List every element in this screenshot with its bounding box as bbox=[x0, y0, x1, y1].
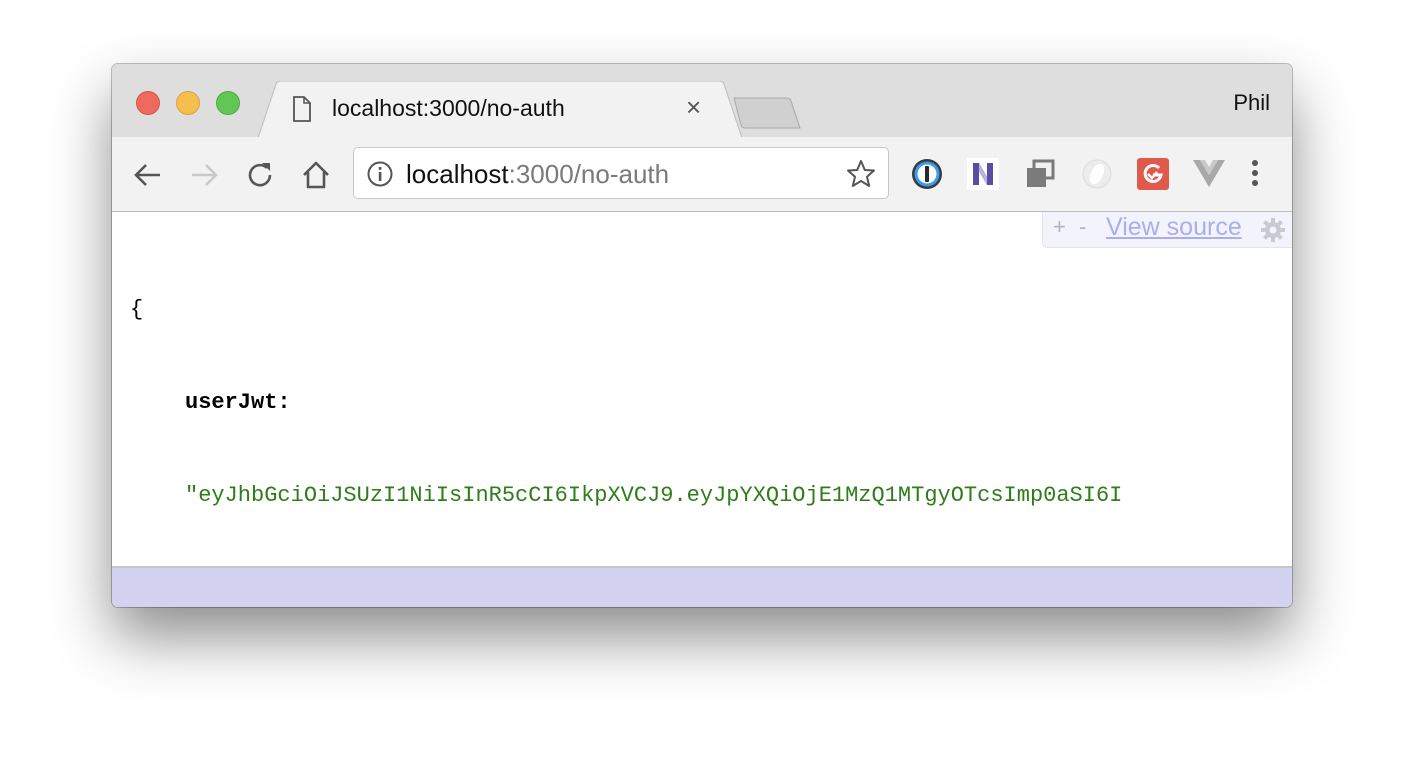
json-viewer-toolbar: + - View source bbox=[1042, 212, 1292, 248]
vue-icon[interactable] bbox=[1192, 157, 1226, 191]
stacked-windows-icon[interactable] bbox=[1024, 157, 1058, 191]
info-icon[interactable] bbox=[366, 160, 394, 188]
n-icon[interactable] bbox=[967, 157, 1001, 191]
arrow-left-icon[interactable] bbox=[132, 159, 164, 191]
toolbar: localhost:3000/no-auth bbox=[112, 137, 1292, 212]
1password-icon[interactable] bbox=[910, 157, 944, 191]
collapse-all-button[interactable]: - bbox=[1079, 214, 1086, 240]
kebab-menu-icon[interactable] bbox=[1240, 157, 1270, 191]
red-g-icon[interactable] bbox=[1136, 157, 1170, 191]
title-bar: localhost:3000/no-auth × Phil bbox=[112, 64, 1292, 138]
json-value-line-1: "eyJhbGciOiJSUzI1NiIsInR5cCI6IkpXVCJ9.ey… bbox=[185, 483, 1123, 508]
page-icon bbox=[293, 96, 311, 122]
new-tab-button[interactable] bbox=[732, 96, 802, 130]
arrow-right-icon[interactable] bbox=[188, 159, 220, 191]
url-host: localhost bbox=[406, 159, 509, 189]
close-tab-icon[interactable]: × bbox=[686, 94, 701, 120]
gear-icon[interactable] bbox=[1260, 217, 1286, 243]
close-window-button[interactable] bbox=[136, 91, 160, 115]
url-path: :3000/no-auth bbox=[508, 159, 670, 189]
address-bar[interactable]: localhost:3000/no-auth bbox=[353, 147, 889, 199]
status-bar bbox=[112, 566, 1292, 607]
page-content: { userJwt: "eyJhbGciOiJSUzI1NiIsInR5cCI6… bbox=[112, 212, 1292, 566]
browser-window: localhost:3000/no-auth × Phil localhost:… bbox=[112, 64, 1292, 607]
minimize-window-button[interactable] bbox=[176, 91, 200, 115]
json-ring-icon[interactable] bbox=[1080, 157, 1114, 191]
view-source-link[interactable]: View source bbox=[1106, 213, 1242, 242]
maximize-window-button[interactable] bbox=[216, 91, 240, 115]
expand-all-button[interactable]: + bbox=[1053, 214, 1066, 240]
star-icon[interactable] bbox=[846, 159, 876, 189]
tab-active[interactable]: localhost:3000/no-auth × bbox=[258, 81, 742, 138]
tab-title: localhost:3000/no-auth bbox=[332, 95, 565, 121]
home-icon[interactable] bbox=[300, 159, 332, 191]
url-text[interactable]: localhost:3000/no-auth bbox=[406, 159, 669, 190]
json-viewer: { userJwt: "eyJhbGciOiJSUzI1NiIsInR5cCI6… bbox=[130, 232, 1122, 566]
reload-icon[interactable] bbox=[244, 159, 276, 191]
profile-name[interactable]: Phil bbox=[1233, 90, 1270, 116]
json-key[interactable]: userJwt: bbox=[130, 387, 1122, 418]
json-open-brace: { bbox=[130, 297, 144, 322]
